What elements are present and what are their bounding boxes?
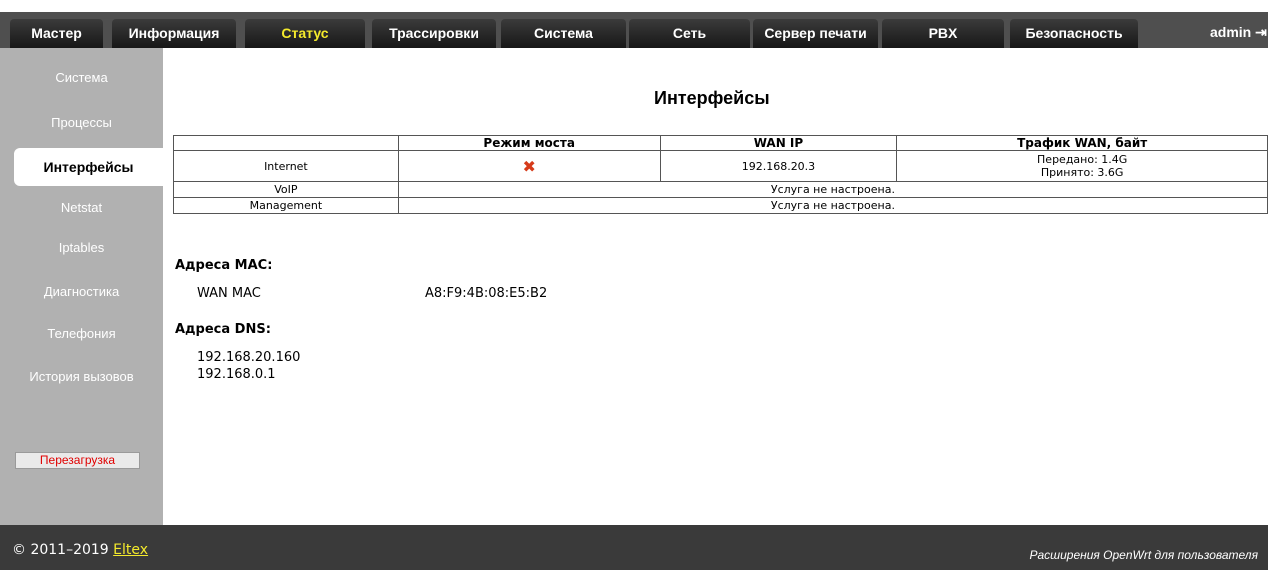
mac-section-title: Адреса MAC: bbox=[175, 258, 273, 273]
service-status: Услуга не настроена. bbox=[397, 181, 1268, 198]
header-bridge-mode: Режим моста bbox=[397, 135, 661, 151]
logout-icon[interactable]: ⇥ bbox=[1255, 24, 1267, 40]
sidebar: Система Процессы Интерфейсы Netstat Ipta… bbox=[0, 48, 163, 525]
tab-security[interactable]: Безопасность bbox=[1010, 19, 1138, 48]
tab-network[interactable]: Сеть bbox=[629, 19, 750, 48]
traffic-received: Принято: 3.6G bbox=[1040, 166, 1124, 179]
wan-traffic-cell: Передано: 1.4G Принято: 3.6G bbox=[896, 150, 1268, 182]
tab-master[interactable]: Мастер bbox=[10, 19, 103, 48]
sidebar-item-system[interactable]: Система bbox=[0, 64, 163, 92]
dns-server: 192.168.0.1 bbox=[197, 367, 276, 382]
interface-name: VoIP bbox=[173, 181, 399, 198]
table-row: VoIP Услуга не настроена. bbox=[173, 181, 1268, 198]
top-navigation-bar: Мастер Информация Статус Трассировки Сис… bbox=[0, 12, 1268, 48]
tab-traces[interactable]: Трассировки bbox=[372, 19, 496, 48]
main-content: Интерфейсы Режим моста WAN IP Трафик WAN… bbox=[163, 48, 1268, 525]
interface-name: Internet bbox=[173, 150, 399, 182]
sidebar-item-diagnostics[interactable]: Диагностика bbox=[0, 278, 163, 306]
header-wan-ip: WAN IP bbox=[659, 135, 898, 151]
wan-ip-value: 192.168.20.3 bbox=[659, 150, 898, 182]
sidebar-item-netstat[interactable]: Netstat bbox=[0, 194, 163, 222]
table-header-row: Режим моста WAN IP Трафик WAN, байт bbox=[173, 135, 1268, 151]
sidebar-item-iptables[interactable]: Iptables bbox=[0, 234, 163, 262]
dns-server: 192.168.20.160 bbox=[197, 350, 301, 365]
eltex-link[interactable]: Eltex bbox=[113, 542, 148, 558]
sidebar-item-telephony[interactable]: Телефония bbox=[0, 320, 163, 348]
reboot-button[interactable]: Перезагрузка bbox=[15, 452, 140, 469]
traffic-sent: Передано: 1.4G bbox=[1037, 153, 1128, 166]
tab-system[interactable]: Система bbox=[501, 19, 626, 48]
username: admin bbox=[1210, 24, 1252, 40]
copyright-text: © 2011–2019 bbox=[12, 542, 114, 558]
wan-mac-label: WAN MAC bbox=[197, 286, 261, 301]
header-empty bbox=[173, 135, 399, 151]
footer-extension-text: Расширения OpenWrt для пользователя bbox=[1029, 548, 1258, 562]
dns-section-title: Адреса DNS: bbox=[175, 322, 271, 337]
sidebar-item-call-history[interactable]: История вызовов bbox=[0, 363, 163, 391]
sidebar-item-interfaces[interactable]: Интерфейсы bbox=[14, 148, 163, 186]
x-mark-icon: ✖ bbox=[522, 156, 536, 176]
header-wan-traffic: Трафик WAN, байт bbox=[896, 135, 1268, 151]
wan-mac-value: A8:F9:4B:08:E5:B2 bbox=[425, 286, 548, 301]
bridge-mode-cell: ✖ bbox=[397, 150, 661, 182]
table-row: Management Услуга не настроена. bbox=[173, 197, 1268, 214]
service-status: Услуга не настроена. bbox=[397, 197, 1268, 214]
user-menu[interactable]: admin ⇥ bbox=[1210, 20, 1268, 44]
tab-information[interactable]: Информация bbox=[112, 19, 236, 48]
interface-name: Management bbox=[173, 197, 399, 214]
interfaces-table: Режим моста WAN IP Трафик WAN, байт Inte… bbox=[173, 135, 1268, 214]
tab-status[interactable]: Статус bbox=[245, 19, 365, 48]
tab-pbx[interactable]: PBX bbox=[882, 19, 1004, 48]
page-title: Интерфейсы bbox=[654, 88, 770, 108]
copyright: © 2011–2019 Eltex bbox=[12, 542, 148, 558]
tab-print-server[interactable]: Сервер печати bbox=[753, 19, 878, 48]
sidebar-item-processes[interactable]: Процессы bbox=[0, 109, 163, 137]
footer: © 2011–2019 Eltex Расширения OpenWrt для… bbox=[0, 525, 1268, 570]
table-row: Internet ✖ 192.168.20.3 Передано: 1.4G П… bbox=[173, 150, 1268, 182]
